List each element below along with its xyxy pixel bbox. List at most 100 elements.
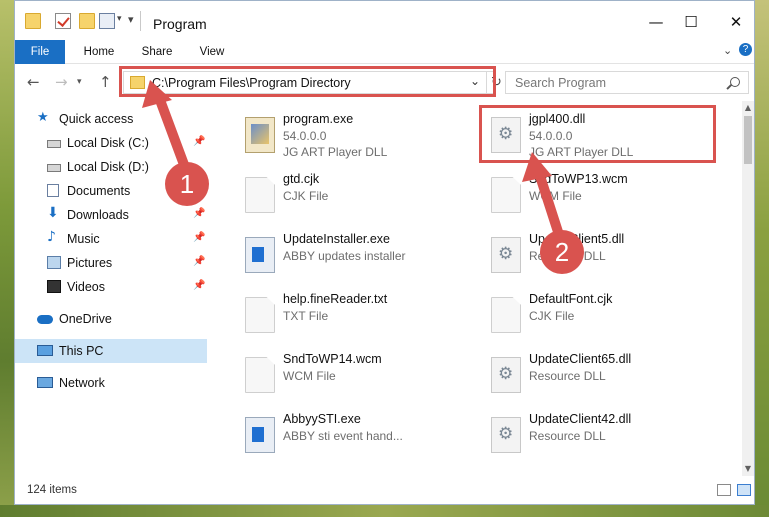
maximize-icon[interactable]: ☐ xyxy=(680,11,702,33)
file-icon xyxy=(245,297,275,333)
up-icon[interactable]: ↑ xyxy=(99,73,112,91)
pin-icon[interactable]: 📌 xyxy=(193,208,205,219)
file-item-program-exe[interactable]: program.exe 54.0.0.0 JG ART Player DLL xyxy=(237,107,477,163)
file-icon xyxy=(491,177,521,213)
file-item-updateinstaller-exe[interactable]: UpdateInstaller.exe ABBY updates install… xyxy=(237,227,477,283)
title-bar: ▾ ▾ Program — ☐ ✕ xyxy=(15,1,754,40)
file-item-sndtowp13-wcm[interactable]: SndToWP13.wcm WCM File xyxy=(483,167,723,223)
file-name: SndToWP14.wcm xyxy=(283,352,382,366)
nav-item-label: Quick access xyxy=(59,112,134,126)
cloud-icon xyxy=(37,315,53,324)
title-separator xyxy=(140,11,141,31)
scroll-thumb[interactable] xyxy=(744,116,752,164)
file-description: JG ART Player DLL xyxy=(283,145,388,159)
file-item-updateclient65-dll[interactable]: UpdateClient65.dll Resource DLL xyxy=(483,347,723,403)
minimize-icon[interactable]: — xyxy=(645,11,667,33)
pin-icon[interactable]: 📌 xyxy=(193,256,205,267)
step-badge-1: 1 xyxy=(165,162,209,206)
navigation-pane: ★ Quick access Local Disk (C:) 📌 Local D… xyxy=(15,101,207,476)
file-name: DefaultFont.cjk xyxy=(529,292,613,306)
nav-item-label: Documents xyxy=(67,184,131,198)
desktop-background-right xyxy=(755,0,769,517)
nav-item-label: Local Disk (C:) xyxy=(67,136,149,150)
details-view-icon[interactable] xyxy=(717,484,731,496)
item-count: 124 items xyxy=(27,484,77,496)
file-item-abbyysti-exe[interactable]: AbbyySTI.exe ABBY sti event hand... xyxy=(237,407,477,463)
nav-item-downloads[interactable]: ⬇ Downloads 📌 xyxy=(15,203,207,227)
file-description: Resource DLL xyxy=(529,429,606,443)
file-name: gtd.cjk xyxy=(283,172,320,186)
tab-file[interactable]: File xyxy=(15,40,65,64)
scroll-down-icon[interactable]: ▼ xyxy=(742,462,754,476)
close-icon[interactable]: ✕ xyxy=(725,11,747,33)
application-icon xyxy=(245,237,275,273)
file-description: ABBY updates installer xyxy=(283,249,406,263)
nav-item-this-pc[interactable]: This PC xyxy=(15,339,207,363)
dll-gear-icon xyxy=(491,237,521,273)
pictures-icon xyxy=(47,256,61,269)
music-icon: ♪ xyxy=(47,229,56,245)
tab-share[interactable]: Share xyxy=(133,40,181,64)
dll-gear-icon xyxy=(491,357,521,393)
nav-item-label: Network xyxy=(59,376,105,390)
expand-ribbon-icon[interactable]: ⌄ xyxy=(723,44,732,57)
search-placeholder[interactable]: Search Program xyxy=(515,76,606,90)
qa-dropdown-icon[interactable]: ▾ xyxy=(117,14,122,24)
folder-icon xyxy=(25,13,41,29)
customize-icon[interactable] xyxy=(99,13,115,29)
tab-view[interactable]: View xyxy=(191,40,233,64)
window-title: Program xyxy=(153,16,207,32)
file-name: UpdateClient65.dll xyxy=(529,352,632,366)
tab-home[interactable]: Home xyxy=(75,40,123,64)
customize-toolbar-icon[interactable]: ▾ xyxy=(128,13,134,26)
download-icon: ⬇ xyxy=(47,205,59,221)
nav-item-label: Local Disk (D:) xyxy=(67,160,149,174)
vertical-scrollbar[interactable]: ▲ ▼ xyxy=(742,101,754,476)
file-name: AbbyySTI.exe xyxy=(283,412,361,426)
file-version: 54.0.0.0 xyxy=(283,129,327,143)
nav-item-label: This PC xyxy=(59,344,104,358)
nav-item-network[interactable]: Network xyxy=(15,371,207,395)
file-item-updateclient5-dll[interactable]: UpdateClient5.dll Resource DLL xyxy=(483,227,723,283)
scroll-up-icon[interactable]: ▲ xyxy=(742,101,754,115)
recent-locations-icon[interactable]: ▾ xyxy=(77,77,82,87)
search-box[interactable]: Search Program xyxy=(505,71,749,94)
pin-icon[interactable]: 📌 xyxy=(193,136,205,147)
file-item-gtd-cjk[interactable]: gtd.cjk CJK File xyxy=(237,167,477,223)
pin-icon[interactable]: 📌 xyxy=(193,232,205,243)
pin-icon[interactable]: 📌 xyxy=(193,280,205,291)
file-item-defaultfont-cjk[interactable]: DefaultFont.cjk CJK File xyxy=(483,287,723,343)
file-item-updateclient42-dll[interactable]: UpdateClient42.dll Resource DLL xyxy=(483,407,723,463)
nav-item-pictures[interactable]: Pictures 📌 xyxy=(15,251,207,275)
file-name: UpdateClient42.dll xyxy=(529,412,632,426)
help-icon[interactable]: ? xyxy=(739,43,752,56)
file-name: help.fineReader.txt xyxy=(283,292,388,306)
nav-item-onedrive[interactable]: OneDrive xyxy=(15,307,207,331)
nav-item-label: OneDrive xyxy=(59,312,112,326)
network-icon xyxy=(37,377,53,388)
nav-item-music[interactable]: ♪ Music 📌 xyxy=(15,227,207,251)
file-item-sndtowp14-wcm[interactable]: SndToWP14.wcm WCM File xyxy=(237,347,477,403)
nav-item-videos[interactable]: Videos 📌 xyxy=(15,275,207,299)
search-icon[interactable] xyxy=(730,77,740,87)
status-bar: 124 items xyxy=(15,476,754,504)
nav-item-label: Videos xyxy=(67,280,105,294)
nav-item-quick-access[interactable]: ★ Quick access xyxy=(15,107,207,131)
dll-file-highlight xyxy=(479,105,716,163)
new-folder-icon[interactable] xyxy=(79,13,95,29)
file-type: CJK File xyxy=(283,189,329,203)
address-row: ← → ▾ ↑ C:\Program Files\Program Directo… xyxy=(15,64,754,101)
file-name: SndToWP13.wcm xyxy=(529,172,628,186)
documents-icon xyxy=(47,184,59,197)
desktop-background-bottom xyxy=(0,505,769,517)
forward-icon[interactable]: → xyxy=(55,73,68,91)
file-type: TXT File xyxy=(283,309,329,323)
nav-item-local-disk-c[interactable]: Local Disk (C:) 📌 xyxy=(15,131,207,155)
large-icons-view-icon[interactable] xyxy=(737,484,751,496)
file-item-help-finereader-txt[interactable]: help.fineReader.txt TXT File xyxy=(237,287,477,343)
computer-icon xyxy=(37,345,53,356)
back-icon[interactable]: ← xyxy=(27,73,40,91)
properties-check-icon[interactable] xyxy=(55,13,71,29)
videos-icon xyxy=(47,280,61,293)
file-type: CJK File xyxy=(529,309,575,323)
